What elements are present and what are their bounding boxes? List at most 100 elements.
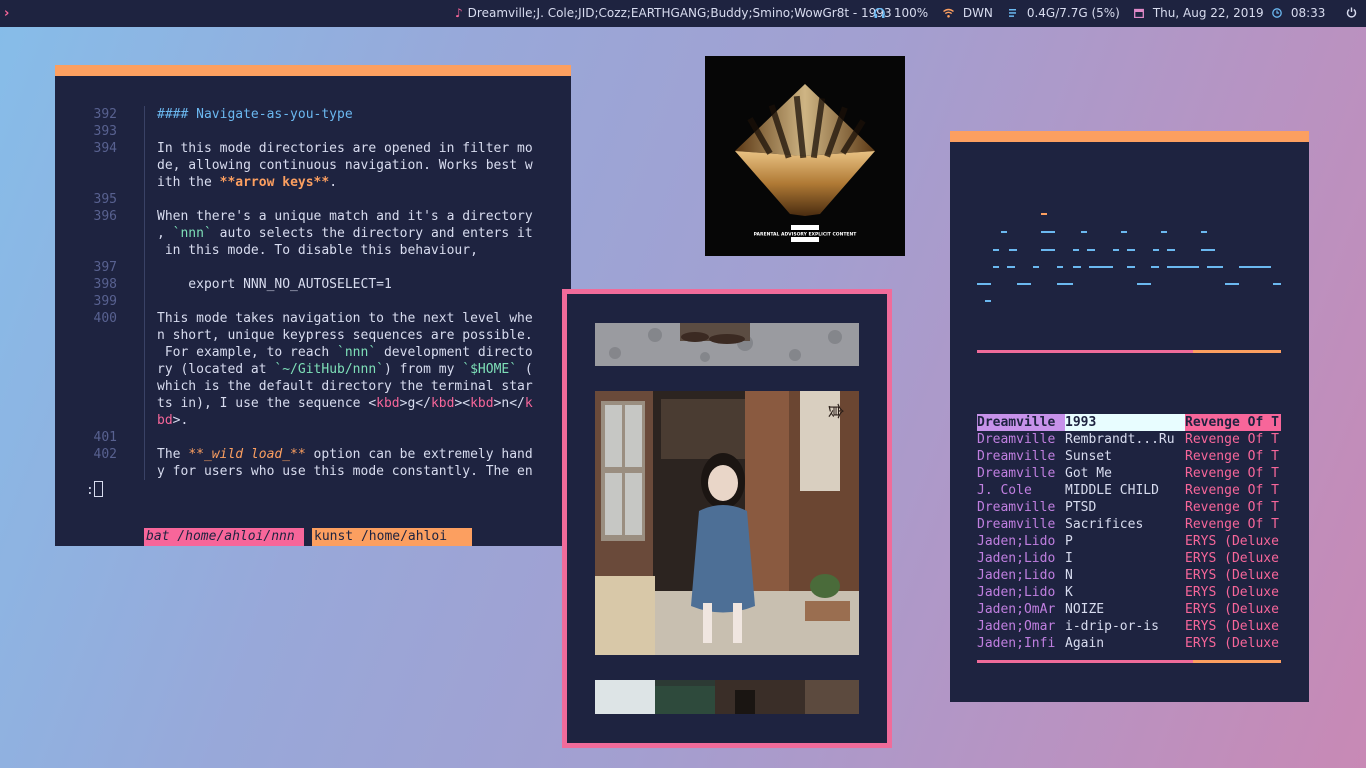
text-line: ith the **arrow keys**. — [157, 174, 337, 191]
tab-bat[interactable]: bat /home/ahloi/nnn — [144, 528, 304, 546]
visualizer-bar — [1041, 213, 1047, 215]
playlist-row[interactable]: Jaden;Omar i-drip-or-is ERYS (Deluxe — [977, 618, 1281, 635]
playlist-row[interactable]: Jaden;Lido P ERYS (Deluxe — [977, 533, 1281, 550]
clock-widget[interactable]: 08:33 — [1272, 0, 1325, 27]
visualizer-bar — [1009, 249, 1017, 251]
wifi-icon — [943, 6, 958, 20]
text-segment: `$HOME` — [462, 362, 518, 377]
visualizer-bar — [1017, 283, 1031, 285]
text-segment: `~/GitHub/nnn` — [274, 362, 384, 377]
text-segment: bd — [157, 413, 173, 428]
visualizer-bar — [977, 283, 991, 285]
visualizer-bar — [1001, 231, 1007, 233]
visualizer-bar — [1127, 249, 1135, 251]
headphones-icon — [874, 6, 889, 20]
playlist-row[interactable]: Jaden;OmAr NOIZE ERYS (Deluxe — [977, 601, 1281, 618]
visualizer-bar — [1081, 231, 1087, 233]
text-segment: < — [368, 396, 377, 411]
date-widget[interactable]: Thu, Aug 22, 2019 — [1134, 0, 1264, 27]
text-segment: For example, to reach — [157, 345, 338, 360]
now-playing-text: Dreamville;J. Cole;JID;Cozz;EARTHGANG;Bu… — [467, 6, 892, 20]
artist-cell: Jaden;Infi — [977, 636, 1056, 651]
time-text: 08:33 — [1290, 6, 1326, 20]
volume-level: 100% — [893, 6, 929, 20]
playlist-row[interactable]: Jaden;Lido I ERYS (Deluxe — [977, 550, 1281, 567]
text-line: ts in), I use the sequence <kbd>g</kbd><… — [157, 395, 533, 412]
text-segment: `nnn` — [337, 345, 377, 360]
artist-cell: Jaden;Omar — [977, 619, 1056, 634]
power-icon — [1346, 6, 1357, 20]
photo-thumbnail-top[interactable] — [595, 323, 859, 366]
playlist-row[interactable]: Dreamville Sacrifices Revenge Of T — [977, 516, 1281, 533]
visualizer-bar — [1273, 283, 1281, 285]
title-cell: N — [1065, 568, 1073, 583]
terminal-editor-window[interactable]: 392 393 394 395 396 397 398 399 400 401 402 #### N… — [55, 65, 571, 546]
text-segment: kbd — [376, 396, 400, 411]
line-number: 397 — [93, 260, 117, 275]
text-line: For example, to reach `nnn` development … — [157, 344, 533, 361]
text-line: This mode takes navigation to the next l… — [157, 310, 533, 327]
text-line: When there's a unique match and it's a d… — [157, 208, 533, 225]
text-segment: This mode takes navigation to the next l… — [157, 311, 533, 326]
command-prompt[interactable]: : — [86, 481, 103, 498]
memory-widget[interactable]: 0.4G/7.7G (5%) — [1009, 0, 1120, 27]
workspace-caret-icon[interactable]: › — [4, 0, 9, 27]
text-line: in this mode. To disable this behaviour, — [157, 242, 478, 259]
text-segment: in this mode. To disable this behaviour, — [157, 243, 478, 258]
text-line: which is the default directory the termi… — [157, 378, 533, 395]
playlist-row[interactable]: Jaden;Lido K ERYS (Deluxe — [977, 584, 1281, 601]
now-playing-widget[interactable]: ♪ Dreamville;J. Cole;JID;Cozz;EARTHGANG;B… — [455, 0, 892, 27]
album-cell: ERYS (Deluxe — [1185, 585, 1279, 600]
text-line: de, allowing continuous navigation. Work… — [157, 157, 533, 174]
playlist-row[interactable]: Dreamville Sunset Revenge Of T — [977, 448, 1281, 465]
visualizer-bar — [985, 300, 991, 302]
album-cell: ERYS (Deluxe — [1185, 551, 1279, 566]
playlist-row[interactable]: Dreamville PTSD Revenge Of T — [977, 499, 1281, 516]
visualizer-bar — [1225, 283, 1239, 285]
artist-cell: Dreamville — [977, 432, 1056, 447]
title-cell: Sunset — [1065, 449, 1112, 464]
music-player-window[interactable]: Dreamville 1993 Revenge Of T Dreamville Remb… — [950, 131, 1309, 702]
playlist-row[interactable]: Dreamville Got Me Revenge Of T — [977, 465, 1281, 482]
wifi-widget[interactable]: DWN — [943, 0, 993, 27]
playlist-row[interactable]: Jaden;Infi Again ERYS (Deluxe — [977, 635, 1281, 652]
album-cell: Revenge Of T — [1185, 414, 1281, 431]
line-number: 400 — [93, 311, 117, 326]
playlist-row[interactable]: Jaden;Lido N ERYS (Deluxe — [977, 567, 1281, 584]
visualizer-bar — [1167, 266, 1199, 268]
title-cell: PTSD — [1065, 500, 1097, 515]
gutter-divider — [144, 106, 145, 480]
album-cell: Revenge Of T — [1185, 517, 1279, 532]
text-segment: >g</ — [399, 396, 431, 411]
text-line: n short, unique keypress sequences are p… — [157, 327, 533, 344]
photo-main-girl-in-doorway[interactable]: 食 — [595, 391, 859, 655]
playlist-row[interactable]: J. Cole MIDDLE CHILD Revenge Of T — [977, 482, 1281, 499]
tab-kunst[interactable]: kunst /home/ahloi — [312, 528, 472, 546]
text-segment: kbd — [430, 396, 455, 411]
playlist-row[interactable]: Dreamville Rembrandt...Ru Revenge Of T — [977, 431, 1281, 448]
power-button[interactable] — [1346, 0, 1357, 27]
artist-cell: Dreamville — [977, 449, 1056, 464]
album-cell: ERYS (Deluxe — [1185, 534, 1279, 549]
image-viewer-window[interactable]: 食 — [562, 289, 892, 748]
text-segment: ( — [517, 362, 533, 377]
memory-usage: 0.4G/7.7G (5%) — [1026, 6, 1120, 20]
photo-thumbnail-bottom[interactable] — [595, 680, 859, 714]
wifi-network-name: DWN — [962, 6, 993, 20]
visualizer-bar — [1153, 249, 1159, 251]
text-segment: **arrow keys** — [219, 175, 330, 190]
visualizer-bar — [993, 266, 999, 268]
artist-cell: Dreamville — [977, 517, 1056, 532]
volume-widget[interactable]: 100% — [874, 0, 928, 27]
title-cell: NOIZE — [1065, 602, 1105, 617]
album-cell: Revenge Of T — [1185, 500, 1279, 515]
text-line: y for users who use this mode constantly… — [157, 463, 533, 480]
text-segment: kbd — [470, 396, 494, 411]
playlist-row-selected[interactable]: Dreamville 1993 Revenge Of T — [977, 414, 1281, 431]
artist-cell: Jaden;Lido — [977, 551, 1056, 566]
album-cell: ERYS (Deluxe — [1185, 619, 1279, 634]
album-cell: ERYS (Deluxe — [1185, 602, 1279, 617]
title-cell: Sacrifices — [1065, 517, 1144, 532]
title-cell: Got Me — [1065, 466, 1112, 481]
visualizer-bar — [1033, 266, 1039, 268]
